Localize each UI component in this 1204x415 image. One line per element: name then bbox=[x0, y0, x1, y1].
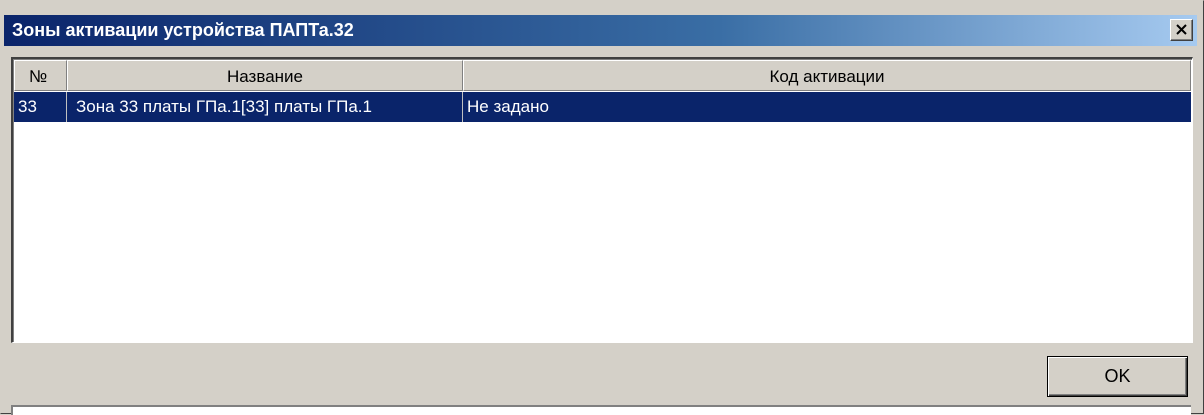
close-button[interactable] bbox=[1170, 19, 1193, 41]
row-number-cell: 33 bbox=[14, 92, 67, 122]
row-activation-code-cell: Не задано bbox=[467, 97, 549, 116]
column-header-name[interactable]: Название bbox=[67, 60, 463, 91]
table-row[interactable]: 33 Зона 33 платы ГПа.1[33] платы ГПа.1 Н… bbox=[14, 92, 1191, 122]
row-name-cell: Зона 33 платы ГПа.1[33] платы ГПа.1 bbox=[67, 92, 463, 122]
list-rows: 33 Зона 33 платы ГПа.1[33] платы ГПа.1 Н… bbox=[14, 92, 1191, 122]
ok-button[interactable]: OK bbox=[1047, 356, 1188, 397]
window-title: Зоны активации устройства ПАПТа.32 bbox=[12, 20, 354, 40]
column-header-activation-code[interactable]: Код активации bbox=[463, 60, 1191, 91]
activation-zones-dialog: Зоны активации устройства ПАПТа.32 № Наз… bbox=[0, 0, 1204, 415]
close-icon bbox=[1176, 24, 1187, 35]
list-header: № Название Код активации bbox=[14, 60, 1191, 91]
zones-list[interactable]: № Название Код активации 33 Зона 33 плат… bbox=[11, 57, 1193, 343]
column-header-number[interactable]: № bbox=[14, 60, 67, 91]
title-bar[interactable]: Зоны активации устройства ПАПТа.32 bbox=[4, 15, 1197, 46]
